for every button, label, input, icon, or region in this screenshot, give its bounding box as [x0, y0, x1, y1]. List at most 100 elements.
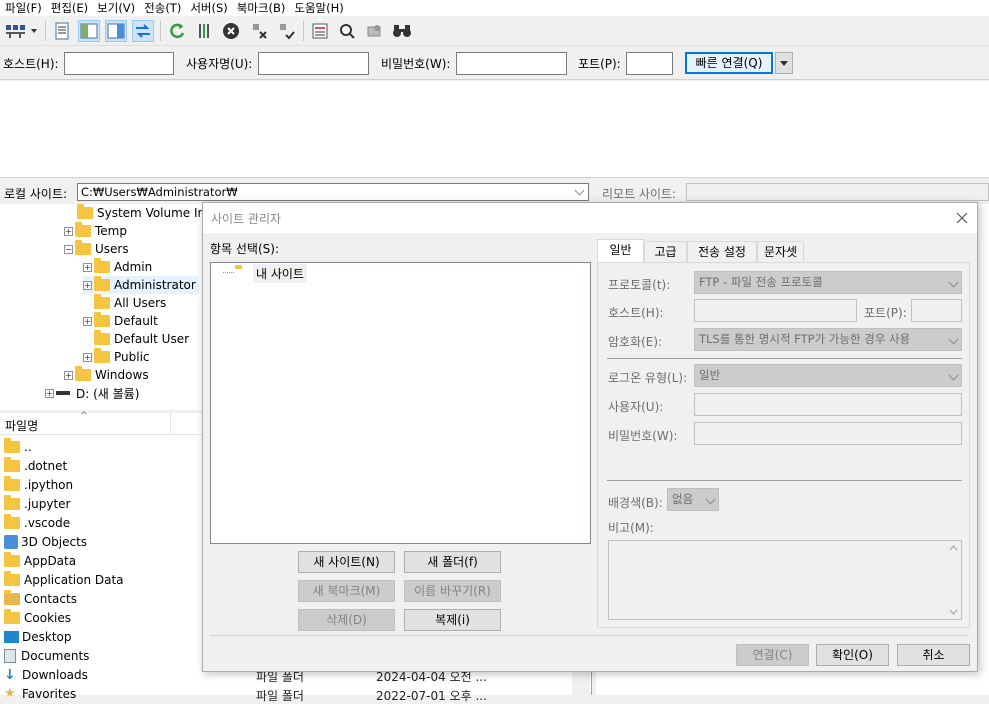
synchronized-browsing-button[interactable] — [363, 20, 385, 42]
list-item[interactable]: .. — [4, 437, 32, 456]
tree-item[interactable]: + Admin — [83, 258, 152, 276]
message-log[interactable] — [0, 81, 989, 178]
disconnect-button[interactable] — [248, 20, 270, 42]
folder-icon — [4, 437, 20, 453]
background-color-select[interactable]: 없음 — [667, 488, 719, 511]
quickconnect-button[interactable]: 빠른 연결(Q) — [685, 52, 773, 74]
tree-item[interactable]: All Users — [83, 294, 166, 312]
list-item[interactable]: Documents — [4, 646, 89, 665]
chevron-down-icon[interactable] — [574, 185, 585, 196]
rename-button[interactable]: 이름 바꾸기(R) — [404, 580, 501, 602]
menu-edit[interactable]: 편집(E) — [46, 0, 92, 16]
password-label: 비밀번호(W): — [381, 57, 451, 71]
tree-item[interactable]: + Windows — [64, 366, 149, 384]
tab-charset[interactable]: 문자셋 — [757, 241, 804, 263]
port-field[interactable] — [911, 299, 962, 322]
dialog-title-bar[interactable]: 사이트 관리자 — [203, 203, 977, 233]
list-item[interactable]: 3D Objects — [4, 532, 87, 551]
menu-bookmarks[interactable]: 북마크(B) — [232, 0, 290, 16]
tab-advanced[interactable]: 고급 — [644, 241, 687, 263]
new-site-button[interactable]: 새 사이트(N) — [298, 551, 395, 573]
new-bookmark-button[interactable]: 새 북마크(M) — [298, 580, 395, 602]
site-tree-item-my-sites[interactable]: 내 사이트 — [253, 264, 307, 283]
folder-icon — [94, 258, 110, 273]
tree-item-selected[interactable]: + Administrator — [83, 276, 199, 294]
list-item[interactable]: Contacts — [4, 589, 77, 608]
close-icon[interactable] — [955, 211, 969, 225]
new-folder-button[interactable]: 새 폴더(f) — [404, 551, 501, 573]
scroll-up-icon[interactable] — [949, 545, 958, 551]
menu-view[interactable]: 보기(V) — [92, 0, 139, 16]
search-remote-files-button[interactable] — [391, 20, 413, 42]
process-queue-button[interactable] — [193, 20, 215, 42]
cancel-button[interactable]: 취소 — [897, 644, 970, 666]
menu-server[interactable]: 서버(S) — [185, 0, 231, 16]
ok-button[interactable]: 확인(O) — [816, 644, 889, 666]
host-field[interactable] — [694, 299, 857, 322]
delete-button[interactable]: 삭제(D) — [298, 609, 395, 631]
local-site-bar: 로컬 사이트: C:₩Users₩Administrator₩ — [0, 180, 592, 204]
tab-transfer-settings[interactable]: 전송 설정 — [687, 241, 757, 263]
quickconnect-history-dropdown[interactable] — [775, 52, 793, 74]
menu-transfer[interactable]: 전송(T) — [139, 0, 185, 16]
duplicate-button[interactable]: 복제(i) — [404, 609, 501, 631]
column-header-filename[interactable]: 파일명 — [5, 417, 38, 434]
toggle-transfer-queue-button[interactable] — [132, 20, 154, 42]
list-item[interactable]: Cookies — [4, 608, 71, 627]
port-input[interactable] — [626, 52, 673, 75]
list-item[interactable]: ★ Favorites — [4, 684, 76, 703]
site-manager-button[interactable] — [3, 20, 39, 42]
directory-comparison-button[interactable] — [336, 20, 358, 42]
tab-general[interactable]: 일반 — [597, 239, 644, 263]
scroll-down-icon[interactable] — [949, 609, 958, 615]
toggle-remote-tree-button[interactable] — [105, 20, 127, 42]
list-item[interactable]: Application Data — [4, 570, 124, 589]
tree-item[interactable]: − Users — [64, 240, 129, 258]
menu-file[interactable]: 파일(F) — [0, 0, 46, 16]
3d-objects-icon — [4, 534, 18, 549]
username-input[interactable] — [258, 52, 369, 75]
folder-icon — [4, 475, 20, 491]
refresh-button[interactable] — [166, 20, 188, 42]
dropdown-arrow-icon — [780, 61, 788, 66]
user-field[interactable] — [694, 393, 962, 416]
port-label: 포트(P): — [864, 306, 907, 320]
tree-item[interactable]: System Volume Inf — [66, 204, 209, 222]
list-item[interactable]: ↓ Downloads — [4, 665, 88, 684]
dialog-title: 사이트 관리자 — [211, 212, 282, 226]
tree-item[interactable]: + D: (새 볼륨) — [45, 384, 139, 402]
list-item[interactable]: .ipython — [4, 475, 73, 494]
tree-item[interactable]: Default User — [83, 330, 189, 348]
file-date-downloads: 2022-07-01 오후 ... — [376, 689, 487, 703]
menu-help[interactable]: 도움말(H) — [289, 0, 347, 16]
logon-type-select[interactable]: 일반 — [694, 364, 962, 387]
password-input[interactable] — [456, 52, 567, 75]
documents-icon — [4, 648, 16, 663]
tree-item[interactable]: + Default — [83, 312, 158, 330]
list-item[interactable]: .jupyter — [4, 494, 71, 513]
list-item[interactable]: Desktop — [4, 627, 72, 646]
reconnect-button[interactable] — [275, 20, 297, 42]
toggle-message-log-button[interactable] — [51, 20, 73, 42]
password-field[interactable] — [694, 422, 962, 445]
directory-listing-filters-button[interactable] — [309, 20, 331, 42]
encryption-select[interactable]: TLS를 통한 명시적 FTP가 가능한 경우 사용 — [694, 328, 962, 351]
tree-item[interactable]: + Temp — [64, 222, 127, 240]
transfer-queue-icon — [136, 24, 150, 38]
remote-path-input[interactable] — [686, 183, 989, 201]
protocol-select[interactable]: FTP - 파일 전송 프로토콜 — [694, 271, 962, 294]
list-item[interactable]: .vscode — [4, 513, 70, 532]
toggle-local-tree-button[interactable] — [78, 20, 100, 42]
menu-bar: 파일(F) 편집(E) 보기(V) 전송(T) 서버(S) 북마크(B) 도움말… — [0, 0, 989, 16]
tree-item[interactable]: + Public — [83, 348, 150, 366]
comment-textarea[interactable] — [608, 540, 962, 620]
cancel-operation-button[interactable] — [220, 20, 242, 42]
host-input[interactable] — [64, 52, 174, 75]
connect-button[interactable]: 연결(C) — [736, 644, 809, 666]
local-site-label: 로컬 사이트: — [4, 187, 68, 201]
local-path-input[interactable]: C:₩Users₩Administrator₩ — [77, 183, 589, 201]
general-tab-panel: 프로토콜(t): FTP - 파일 전송 프로토콜 호스트(H): 포트(P):… — [597, 262, 970, 628]
list-item[interactable]: .dotnet — [4, 456, 67, 475]
list-item[interactable]: AppData — [4, 551, 76, 570]
site-tree[interactable]: 내 사이트 — [210, 262, 591, 544]
